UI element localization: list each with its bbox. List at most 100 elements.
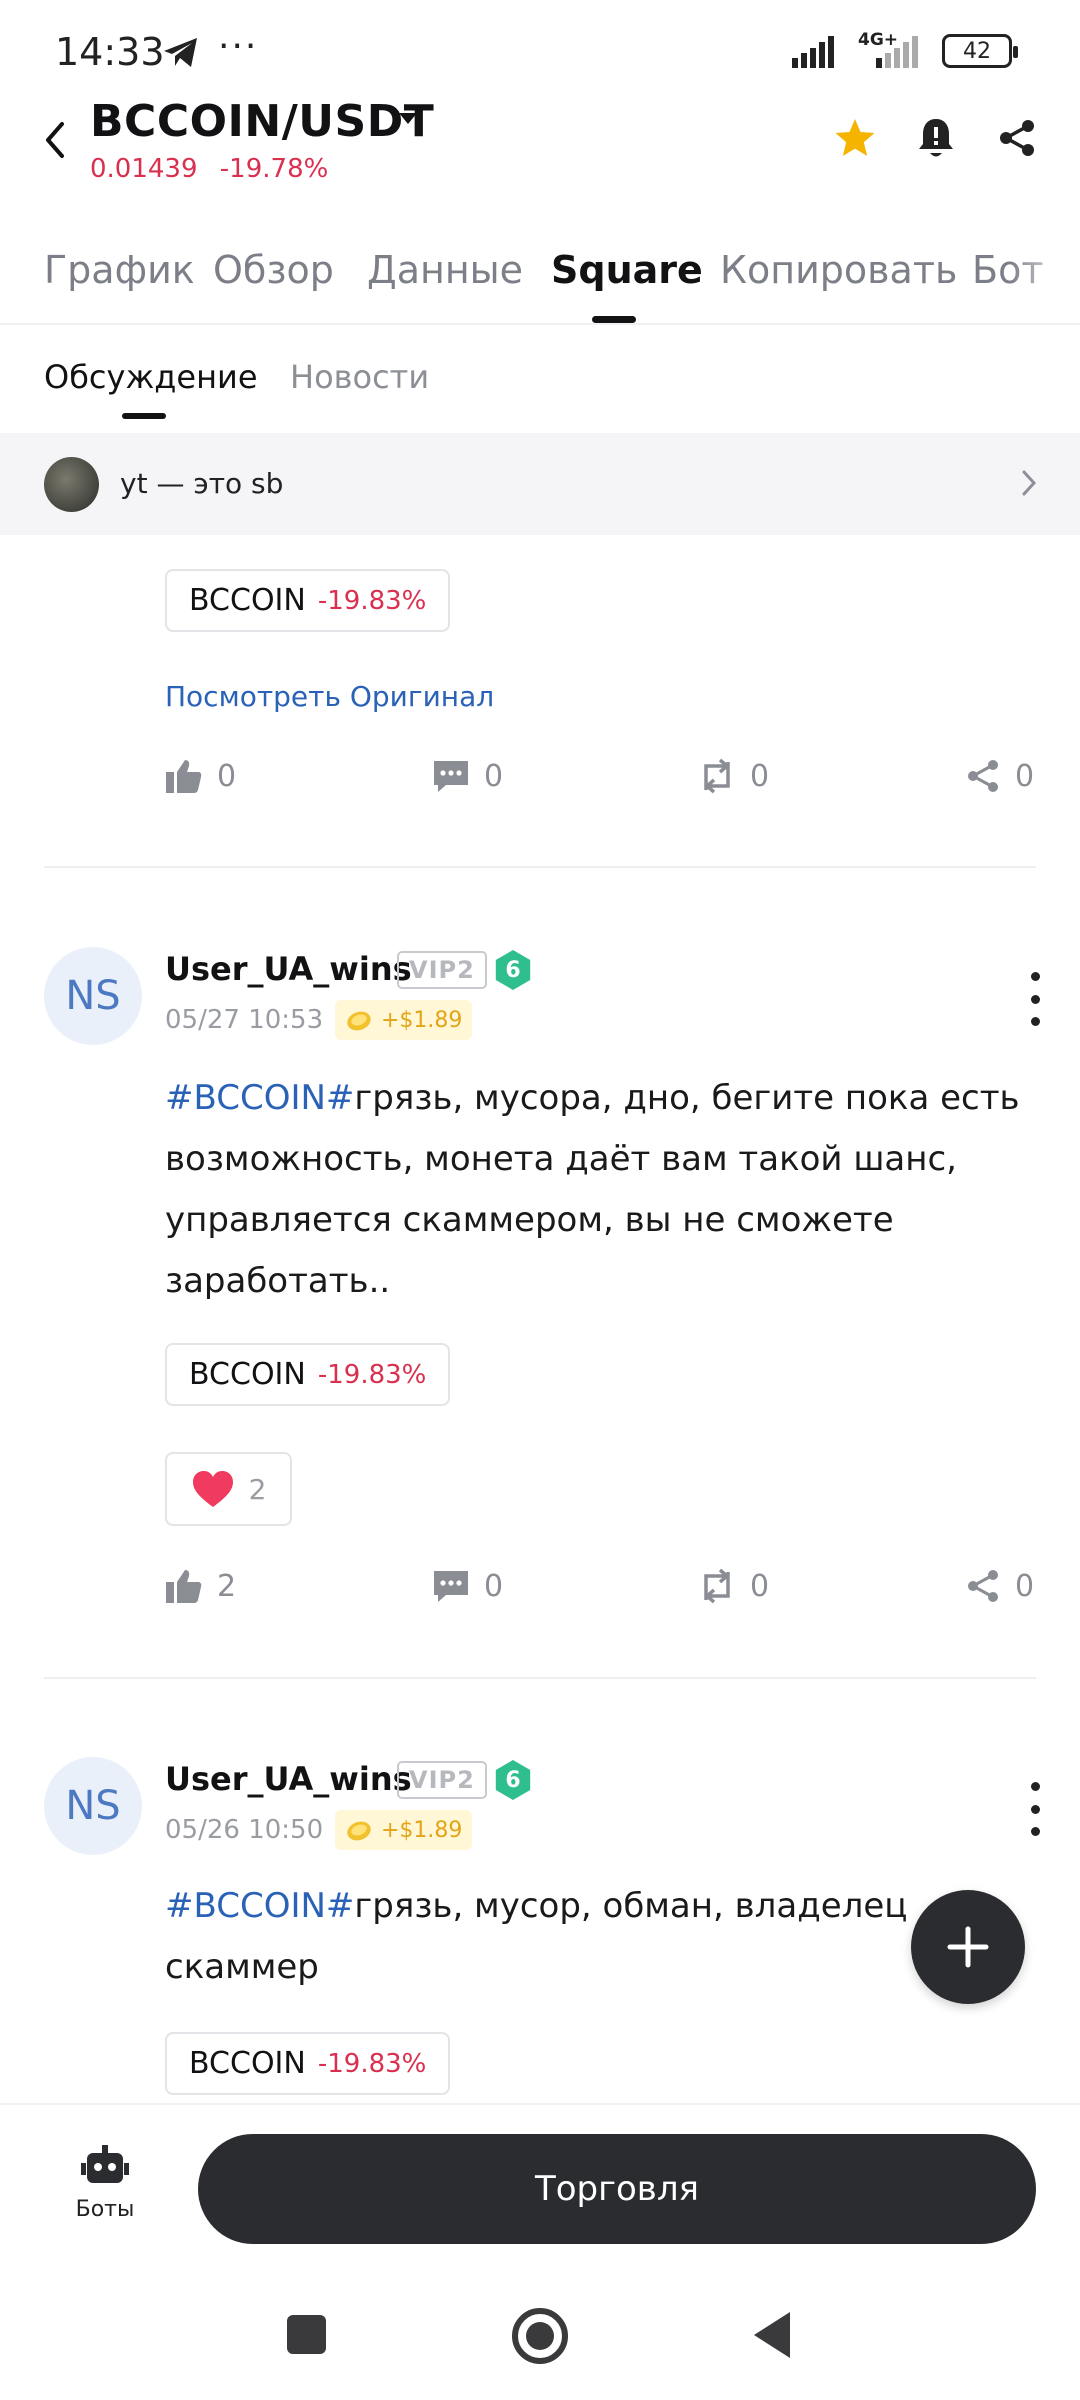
divider bbox=[44, 866, 1036, 868]
chevron-left-icon bbox=[46, 122, 64, 158]
tab-overview[interactable]: Обзор bbox=[213, 248, 334, 292]
favorite-star-button[interactable] bbox=[833, 117, 877, 163]
ticker-symbol: BCCOIN bbox=[189, 583, 306, 618]
system-navigation-bar bbox=[0, 2253, 1080, 2400]
comment-icon bbox=[434, 1571, 468, 1602]
reaction-count: 2 bbox=[248, 1472, 267, 1506]
ticker-change: -19.83% bbox=[317, 1359, 427, 1390]
tab-chart[interactable]: График bbox=[44, 248, 195, 292]
pair-price-line: 0.01439 -19.78% bbox=[90, 154, 328, 184]
telegram-icon bbox=[162, 36, 200, 74]
subtab-indicator bbox=[122, 413, 166, 419]
ticker-chip[interactable]: BCCOIN -19.83% bbox=[165, 569, 451, 632]
more-options-icon[interactable] bbox=[1028, 1782, 1042, 1836]
ticker-chip[interactable]: BCCOIN -19.83% bbox=[165, 1343, 451, 1406]
tip-badge: +$1.89 bbox=[335, 1000, 473, 1040]
comment-count: 0 bbox=[484, 758, 504, 794]
back-button[interactable] bbox=[40, 120, 70, 164]
like-button[interactable]: 0 bbox=[165, 758, 236, 794]
subtab-discussion[interactable]: Обсуждение bbox=[44, 358, 258, 396]
hashtag-link[interactable]: #BCCOIN# bbox=[165, 1078, 354, 1118]
create-post-button[interactable] bbox=[911, 1890, 1025, 2004]
avatar[interactable]: NS bbox=[44, 947, 142, 1045]
ticker-change: -19.83% bbox=[317, 585, 427, 616]
pair-title[interactable]: BCCOIN/USDT bbox=[90, 96, 434, 147]
comment-icon bbox=[434, 761, 468, 792]
tab-copy[interactable]: Копировать bbox=[720, 248, 957, 292]
triangle-back-icon bbox=[754, 2312, 790, 2358]
subtab-news[interactable]: Новости bbox=[290, 358, 429, 396]
thumbs-up-icon bbox=[166, 760, 202, 793]
repost-count: 0 bbox=[750, 758, 770, 794]
hashtag-link[interactable]: #BCCOIN# bbox=[165, 1886, 354, 1926]
bots-button[interactable]: Боты bbox=[60, 2145, 150, 2222]
main-tabs: График Обзор Данные Square Копировать Бо… bbox=[0, 240, 1080, 325]
thumbs-up-icon bbox=[166, 1570, 202, 1603]
tip-badge: +$1.89 bbox=[335, 1810, 473, 1850]
coin-tip-icon bbox=[347, 1821, 371, 1841]
home-button[interactable] bbox=[512, 2308, 568, 2364]
avatar[interactable]: NS bbox=[44, 1757, 142, 1855]
tab-indicator bbox=[592, 316, 636, 323]
avatar bbox=[44, 457, 99, 512]
vip-badge: VIP2 bbox=[397, 951, 487, 989]
comment-count: 0 bbox=[484, 1568, 504, 1604]
like-button[interactable]: 2 bbox=[165, 1568, 236, 1604]
divider bbox=[44, 1677, 1036, 1679]
vip-badge: VIP2 bbox=[397, 1761, 487, 1799]
repost-button[interactable]: 0 bbox=[698, 758, 769, 794]
trade-button[interactable]: Торговля bbox=[198, 2134, 1036, 2244]
repost-icon bbox=[704, 758, 730, 794]
post-actions: 2 0 0 0 bbox=[165, 1568, 1040, 1618]
status-time: 14:33 bbox=[55, 30, 165, 74]
more-notifications-icon: ··· bbox=[218, 26, 259, 67]
robot-icon bbox=[81, 2145, 129, 2183]
comment-button[interactable]: 0 bbox=[432, 758, 503, 794]
tip-amount: +$1.89 bbox=[381, 1817, 463, 1843]
share-icon bbox=[1000, 120, 1034, 156]
recent-apps-button[interactable] bbox=[287, 2315, 326, 2354]
post-text: #BCCOIN#грязь, мусора, дно, бегите пока … bbox=[165, 1068, 1045, 1312]
share-icon bbox=[968, 760, 998, 792]
back-nav-button[interactable] bbox=[752, 2310, 792, 2364]
share-post-button[interactable]: 0 bbox=[965, 1568, 1034, 1604]
view-original-link[interactable]: Посмотреть Оригинал bbox=[165, 680, 494, 713]
tab-data[interactable]: Данные bbox=[367, 248, 523, 292]
tab-square[interactable]: Square bbox=[551, 248, 703, 292]
star-icon bbox=[835, 119, 875, 156]
signal-4g-icon: 4G+ bbox=[858, 30, 924, 68]
price-change: -19.78% bbox=[219, 154, 329, 184]
reaction-chip[interactable]: 2 bbox=[165, 1452, 292, 1526]
chevron-right-icon bbox=[1020, 469, 1038, 501]
share-post-button[interactable]: 0 bbox=[965, 758, 1034, 794]
username[interactable]: User_UA_wins bbox=[165, 1760, 412, 1798]
repost-button[interactable]: 0 bbox=[698, 1568, 769, 1604]
share-count: 0 bbox=[1015, 758, 1035, 794]
pinned-post-bar[interactable]: yt — это sb bbox=[0, 433, 1080, 535]
status-icons: 4G+ 42 bbox=[792, 30, 1018, 68]
ticker-change: -19.83% bbox=[317, 2048, 427, 2079]
share-button[interactable] bbox=[997, 118, 1037, 162]
level-badge: 6 bbox=[495, 950, 531, 990]
pair-dropdown-icon[interactable] bbox=[397, 110, 419, 130]
repost-icon bbox=[704, 1568, 730, 1604]
share-count: 0 bbox=[1015, 1568, 1035, 1604]
pinned-post-text: yt — это sb bbox=[120, 467, 284, 500]
share-icon bbox=[968, 1570, 998, 1602]
ticker-chip[interactable]: BCCOIN -19.83% bbox=[165, 2032, 451, 2095]
alert-button[interactable] bbox=[915, 115, 957, 165]
signal-icon bbox=[792, 36, 834, 68]
like-count: 2 bbox=[217, 1568, 237, 1604]
comment-button[interactable]: 0 bbox=[432, 1568, 503, 1604]
username[interactable]: User_UA_wins bbox=[165, 950, 412, 988]
battery-icon: 42 bbox=[942, 34, 1018, 68]
bots-label: Боты bbox=[75, 2197, 135, 2222]
post-date: 05/26 10:50 bbox=[165, 1815, 324, 1845]
ticker-symbol: BCCOIN bbox=[189, 1357, 306, 1392]
coin-tip-icon bbox=[347, 1011, 371, 1031]
like-count: 0 bbox=[217, 758, 237, 794]
more-options-icon[interactable] bbox=[1028, 972, 1042, 1026]
last-price: 0.01439 bbox=[90, 154, 198, 184]
bell-icon bbox=[919, 119, 953, 157]
bottom-bar: Боты Торговля bbox=[0, 2103, 1080, 2253]
